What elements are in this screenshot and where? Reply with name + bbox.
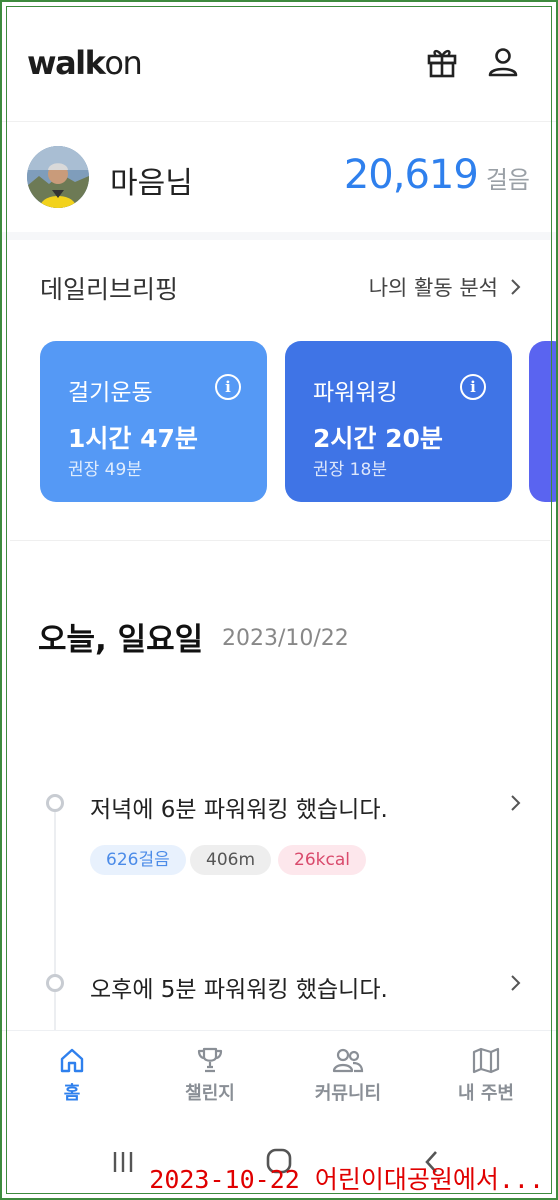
activity-item-text[interactable]: 저녁에 6분 파워워킹 했습니다. [90, 790, 388, 824]
calories-tag: 26kcal [278, 845, 366, 875]
card-value: 2시간 20분 [313, 424, 443, 453]
divider-line [10, 540, 550, 541]
step-count: 20,619 걸음 [344, 152, 530, 198]
app-header: walkon [0, 0, 558, 122]
nav-label: 내 주변 [458, 1083, 514, 1104]
walking-exercise-card[interactable]: 걸기운동 i 1시간 47분 권장 49분 [40, 341, 267, 502]
card-title: 걸기운동 [68, 380, 153, 406]
card-recommended: 권장 49분 [68, 460, 142, 480]
chevron-right-icon [511, 279, 521, 295]
people-icon [332, 1048, 364, 1073]
photo-caption: 2023-10-22 어린이대공원에서... [149, 1165, 544, 1194]
card-recommended: 권장 18분 [313, 460, 387, 480]
activity-item-text[interactable]: 오후에 5분 파워워킹 했습니다. [90, 970, 388, 1004]
trophy-icon [197, 1047, 223, 1073]
daily-briefing-title: 데일리브리핑 [40, 275, 179, 304]
partial-card[interactable] [529, 341, 558, 502]
profile-summary[interactable]: 마음님 20,619 걸음 [0, 122, 558, 234]
power-walking-card[interactable]: 파워워킹 i 2시간 20분 권장 18분 [285, 341, 512, 502]
info-icon[interactable]: i [460, 374, 486, 400]
nav-item-nearby[interactable]: 내 주변 [431, 1045, 541, 1105]
nav-label: 커뮤니티 [314, 1083, 382, 1104]
activity-analysis-link[interactable]: 나의 활동 분석 [369, 272, 522, 302]
step-count-unit: 걸음 [485, 166, 530, 194]
card-title: 파워워킹 [313, 380, 398, 406]
distance-tag: 406m [190, 845, 272, 875]
card-value: 1시간 47분 [68, 424, 198, 453]
activity-analysis-label: 나의 활동 분석 [368, 276, 498, 300]
steps-tag: 626걸음 [90, 845, 186, 875]
chevron-right-icon[interactable] [510, 974, 522, 992]
nav-item-challenge[interactable]: 챌린지 [155, 1045, 265, 1105]
timeline-line [54, 810, 56, 1030]
today-date: 2023/10/22 [222, 626, 349, 651]
logo-bold: walk [27, 44, 106, 82]
recent-apps-icon[interactable] [111, 1150, 135, 1174]
gift-icon[interactable] [425, 45, 459, 79]
section-divider [0, 232, 558, 240]
map-icon [472, 1047, 500, 1074]
timeline-dot [46, 974, 64, 992]
home-icon [60, 1048, 84, 1073]
nav-label: 홈 [63, 1083, 81, 1104]
info-icon[interactable]: i [215, 374, 241, 400]
bottom-nav: 홈 챌린지 커뮤니티 내 주변 [0, 1030, 558, 1120]
logo-light: on [104, 44, 142, 82]
app-logo[interactable]: walkon [27, 44, 143, 82]
nav-item-home[interactable]: 홈 [17, 1045, 127, 1105]
step-count-value: 20,619 [343, 152, 479, 198]
profile-name: 마음님 [110, 166, 193, 201]
user-icon[interactable] [486, 45, 520, 79]
chevron-right-icon[interactable] [510, 794, 522, 812]
nav-item-community[interactable]: 커뮤니티 [293, 1045, 403, 1105]
avatar[interactable] [27, 146, 89, 208]
nav-label: 챌린지 [185, 1083, 235, 1104]
timeline-dot [46, 794, 64, 812]
today-title: 오늘, 일요일 [38, 622, 204, 658]
